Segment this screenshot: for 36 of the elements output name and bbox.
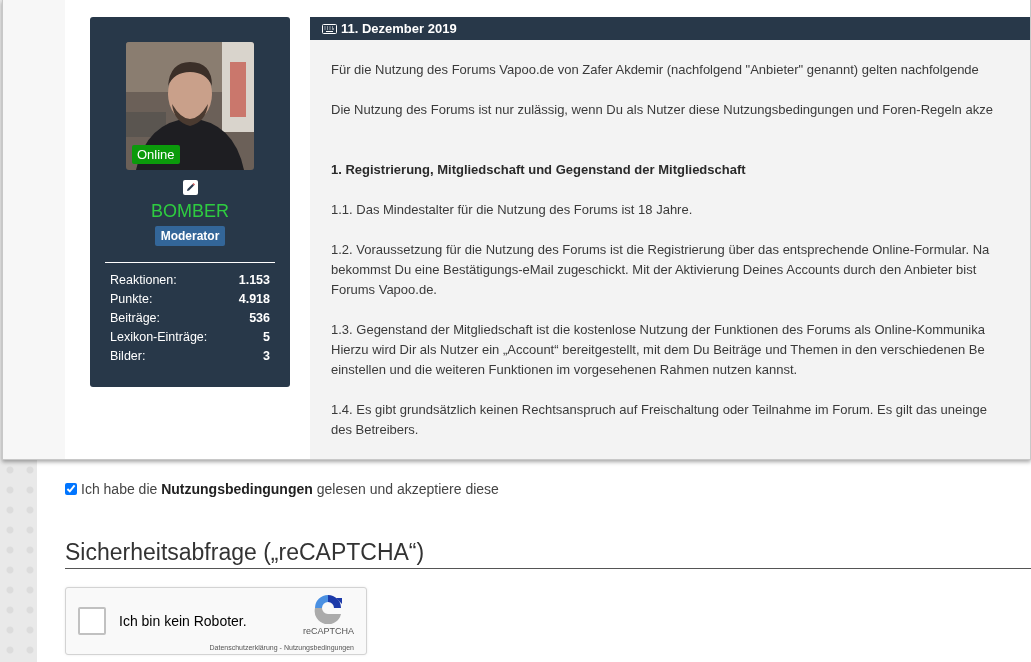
captcha-checkbox[interactable] (78, 607, 106, 635)
stat-value: 5 (263, 329, 270, 346)
post-date: 11. Dezember 2019 (341, 21, 457, 36)
status-badge: Online (132, 145, 180, 164)
text-line: 1.2. Voraussetzung für die Nutzung des Forums ist die Registrierung über das entsprechende Online-Formular. Na (331, 241, 990, 259)
stat-value: 4.918 (238, 291, 270, 308)
text-line: 1.3. Gegenstand der Mitgliedschaft ist die kostenlose Nutzung der Funktionen des Forums als Online-Kommunika (331, 321, 985, 339)
stat-label: Bilder: (110, 348, 146, 365)
stat-value: 1.153 (238, 272, 270, 289)
text-line: bekommst Du eine Bestätigungs-eMail zugeschickt. Mit der Aktivierung Deines Accounts durch den Anbieter bist (331, 261, 977, 279)
text-line: 1.4. Es gibt grundsätzlich keinen Rechtsanspruch auf Freischaltung oder Teilnahme im Forum. Es gilt das uneinge (331, 401, 987, 419)
stat-value: 536 (249, 310, 270, 327)
edit-button[interactable] (182, 180, 198, 195)
username-link[interactable]: BOMBER (151, 200, 229, 222)
text-line: einstellen und die weiteren Funktionen im vorgesehenen Rahmen nutzen kannst. (331, 361, 798, 379)
text-line: Die Nutzung des Forums ist nur zulässig, wenn Du als Nutzer diese Nutzungsbedingungen und Foren-Regeln akze (331, 101, 993, 119)
recaptcha-logo-icon (312, 592, 345, 624)
text-line: Für die Nutzung des Forums Vapoo.de von Zafer Akdemir (nachfolgend "Anbieter" genannt) gelten nachfolgende (331, 61, 979, 79)
pencil-icon (184, 182, 196, 193)
stat-label: Lexikon-Einträge: (110, 329, 208, 346)
text-line: des Betreibers. (331, 421, 419, 439)
checkbox-label: Ich habe die Nutzungsbedingungen gelesen und akzeptiere diese (81, 481, 499, 497)
stat-value: 3 (263, 348, 270, 365)
captcha-label: Ich bin kein Roboter. (119, 613, 247, 629)
section-title: 1. Registrierung, Mitgliedschaft und Gegenstand der Mitgliedschaft (331, 161, 746, 179)
section-heading: Sicherheitsabfrage („reCAPTCHA“) (65, 539, 1031, 569)
stat-label: Beiträge: (110, 310, 161, 327)
keyboard-icon (322, 23, 337, 34)
text-line: 1.1. Das Mindestalter für die Nutzung des Forums ist 18 Jahre. (331, 201, 693, 219)
stat-label: Punkte: (110, 291, 153, 308)
stat-label: Reaktionen: (110, 272, 177, 289)
recaptcha-label: reCAPTCHA (303, 626, 354, 636)
rank-badge: Moderator (154, 226, 226, 246)
text-line: Hierzu wird Dir als Nutzer ein „Account“ bereitgestellt, mit dem Du Beiträge und Themen in den verschiedenen Be (331, 341, 985, 359)
text-line: Forums Vapoo.de. (331, 281, 437, 299)
checkbox[interactable] (65, 483, 77, 495)
